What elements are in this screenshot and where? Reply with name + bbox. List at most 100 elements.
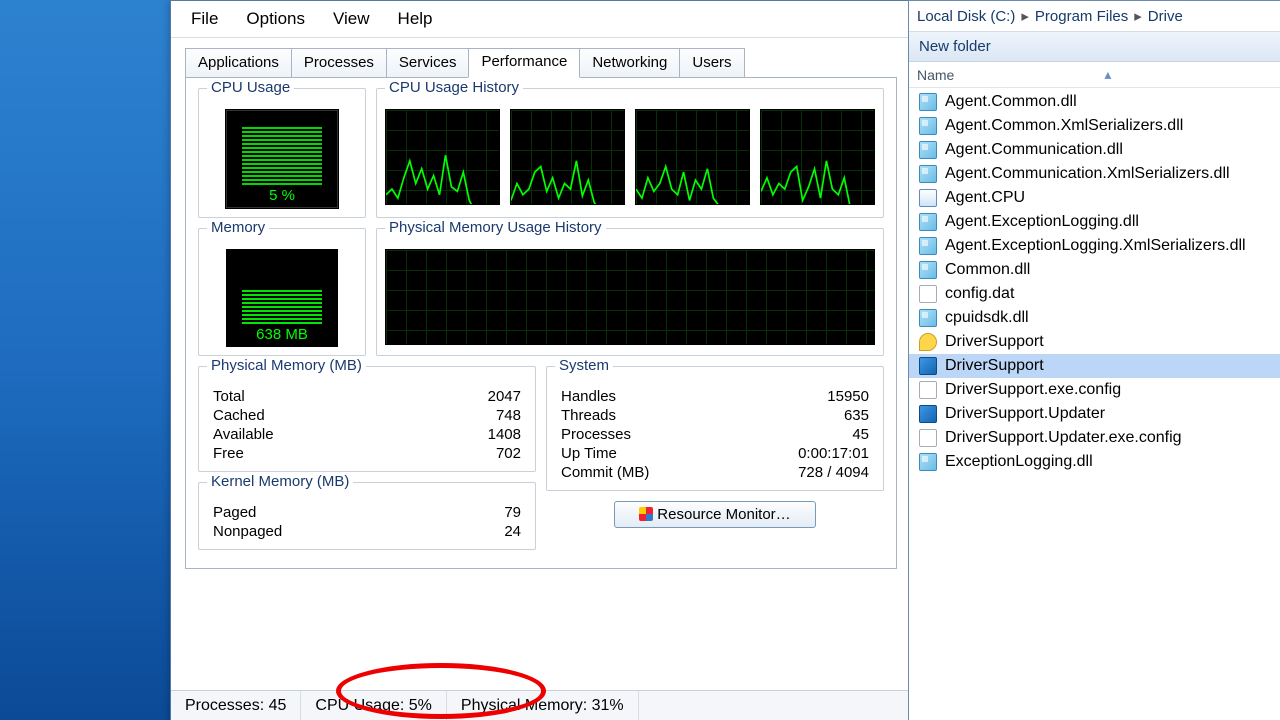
mem-history-chart [385, 249, 875, 345]
mem-history-title: Physical Memory Usage History [385, 219, 606, 236]
tab-services[interactable]: Services [386, 48, 470, 77]
status-processes: Processes: 45 [171, 691, 301, 720]
file-row[interactable]: Agent.CPU [909, 186, 1280, 210]
kv-row: Nonpaged24 [207, 522, 527, 541]
chevron-right-icon: ▸ [1134, 7, 1142, 25]
file-row[interactable]: Agent.ExceptionLogging.XmlSerializers.dl… [909, 234, 1280, 258]
new-folder-button[interactable]: New folder [919, 38, 991, 55]
file-row[interactable]: Agent.ExceptionLogging.dll [909, 210, 1280, 234]
status-mem: Physical Memory: 31% [447, 691, 639, 720]
crumb-folder[interactable]: Drive [1148, 8, 1183, 25]
status-bar: Processes: 45 CPU Usage: 5% Physical Mem… [171, 690, 911, 720]
file-icon [919, 237, 937, 255]
cpu-history-group: CPU Usage History [376, 88, 884, 218]
file-icon [919, 261, 937, 279]
tab-bar: Applications Processes Services Performa… [185, 48, 897, 77]
file-icon [919, 381, 937, 399]
cpu-usage-title: CPU Usage [207, 79, 294, 96]
performance-panel: CPU Usage 5 % CPU Usage History Memory [185, 77, 897, 569]
explorer-toolbar: New folder [909, 32, 1280, 62]
file-icon [919, 213, 937, 231]
file-row[interactable]: Common.dll [909, 258, 1280, 282]
file-icon [919, 93, 937, 111]
crumb-program-files[interactable]: Program Files [1035, 8, 1128, 25]
kernel-mem-group: Kernel Memory (MB) Paged79Nonpaged24 [198, 482, 536, 550]
memory-group: Memory 638 MB [198, 228, 366, 356]
file-icon [919, 165, 937, 183]
file-row[interactable]: Agent.Communication.XmlSerializers.dll [909, 162, 1280, 186]
file-row[interactable]: config.dat [909, 282, 1280, 306]
cpu-history-chart [635, 109, 750, 205]
file-row[interactable]: DriverSupport [909, 330, 1280, 354]
file-icon [919, 309, 937, 327]
file-row[interactable]: Agent.Communication.dll [909, 138, 1280, 162]
task-manager-window: File Options View Help Applications Proc… [170, 0, 912, 720]
file-icon [919, 117, 937, 135]
explorer-window: Local Disk (C:)▸ Program Files▸ Drive Ne… [908, 0, 1280, 720]
file-name: Agent.ExceptionLogging.XmlSerializers.dl… [945, 237, 1246, 255]
file-name: DriverSupport.Updater.exe.config [945, 429, 1182, 447]
menu-options[interactable]: Options [232, 5, 319, 33]
file-row[interactable]: Agent.Common.XmlSerializers.dll [909, 114, 1280, 138]
file-icon [919, 141, 937, 159]
file-row[interactable]: ExceptionLogging.dll [909, 450, 1280, 474]
tab-applications[interactable]: Applications [185, 48, 292, 77]
breadcrumb[interactable]: Local Disk (C:)▸ Program Files▸ Drive [909, 1, 1280, 32]
file-name: Common.dll [945, 261, 1030, 279]
file-name: cpuidsdk.dll [945, 309, 1029, 327]
file-name: DriverSupport.exe.config [945, 381, 1121, 399]
file-name: Agent.Common.dll [945, 93, 1077, 111]
kernel-mem-title: Kernel Memory (MB) [207, 473, 353, 490]
cpu-history-chart [385, 109, 500, 205]
menu-file[interactable]: File [177, 5, 232, 33]
tab-networking[interactable]: Networking [579, 48, 680, 77]
kv-row: Threads635 [555, 406, 875, 425]
kv-row: Processes45 [555, 425, 875, 444]
file-name: Agent.Communication.XmlSerializers.dll [945, 165, 1230, 183]
kv-row: Free702 [207, 444, 527, 463]
file-row[interactable]: DriverSupport.exe.config [909, 378, 1280, 402]
file-name: DriverSupport.Updater [945, 405, 1105, 423]
file-icon [919, 357, 937, 375]
kv-row: Up Time0:00:17:01 [555, 444, 875, 463]
memory-value: 638 MB [256, 326, 308, 343]
column-name[interactable]: Name [917, 67, 954, 83]
file-row[interactable]: DriverSupport [909, 354, 1280, 378]
file-row[interactable]: DriverSupport.Updater [909, 402, 1280, 426]
resource-monitor-button[interactable]: Resource Monitor… [614, 501, 815, 528]
cpu-usage-gauge: 5 % [225, 109, 339, 209]
tab-users[interactable]: Users [679, 48, 744, 77]
file-row[interactable]: cpuidsdk.dll [909, 306, 1280, 330]
menu-bar: File Options View Help [171, 1, 911, 38]
kv-row: Handles15950 [555, 387, 875, 406]
file-name: DriverSupport [945, 357, 1044, 375]
file-row[interactable]: Agent.Common.dll [909, 90, 1280, 114]
file-icon [919, 405, 937, 423]
kv-row: Total2047 [207, 387, 527, 406]
phys-mem-title: Physical Memory (MB) [207, 357, 366, 374]
cpu-usage-value: 5 % [269, 187, 295, 204]
file-name: Agent.ExceptionLogging.dll [945, 213, 1139, 231]
tab-performance[interactable]: Performance [468, 48, 580, 78]
file-row[interactable]: DriverSupport.Updater.exe.config [909, 426, 1280, 450]
file-name: Agent.Communication.dll [945, 141, 1123, 159]
file-list: Agent.Common.dll Agent.Common.XmlSerializ… [909, 88, 1280, 476]
menu-view[interactable]: View [319, 5, 384, 33]
menu-help[interactable]: Help [384, 5, 447, 33]
crumb-local-disk[interactable]: Local Disk (C:) [917, 8, 1015, 25]
cpu-history-title: CPU Usage History [385, 79, 523, 96]
sort-indicator-icon: ▴ [1104, 66, 1111, 83]
file-name: config.dat [945, 285, 1014, 303]
kv-row: Paged79 [207, 503, 527, 522]
file-icon [919, 453, 937, 471]
file-name: ExceptionLogging.dll [945, 453, 1093, 471]
cpu-history-chart [510, 109, 625, 205]
tab-processes[interactable]: Processes [291, 48, 387, 77]
memory-title: Memory [207, 219, 269, 236]
column-header[interactable]: Name ▴ [909, 62, 1280, 88]
desktop: n File Options View Help Applications Pr… [0, 0, 1280, 720]
file-icon [919, 429, 937, 447]
kv-row: Cached748 [207, 406, 527, 425]
phys-mem-group: Physical Memory (MB) Total2047Cached748A… [198, 366, 536, 472]
cpu-history-chart [760, 109, 875, 205]
